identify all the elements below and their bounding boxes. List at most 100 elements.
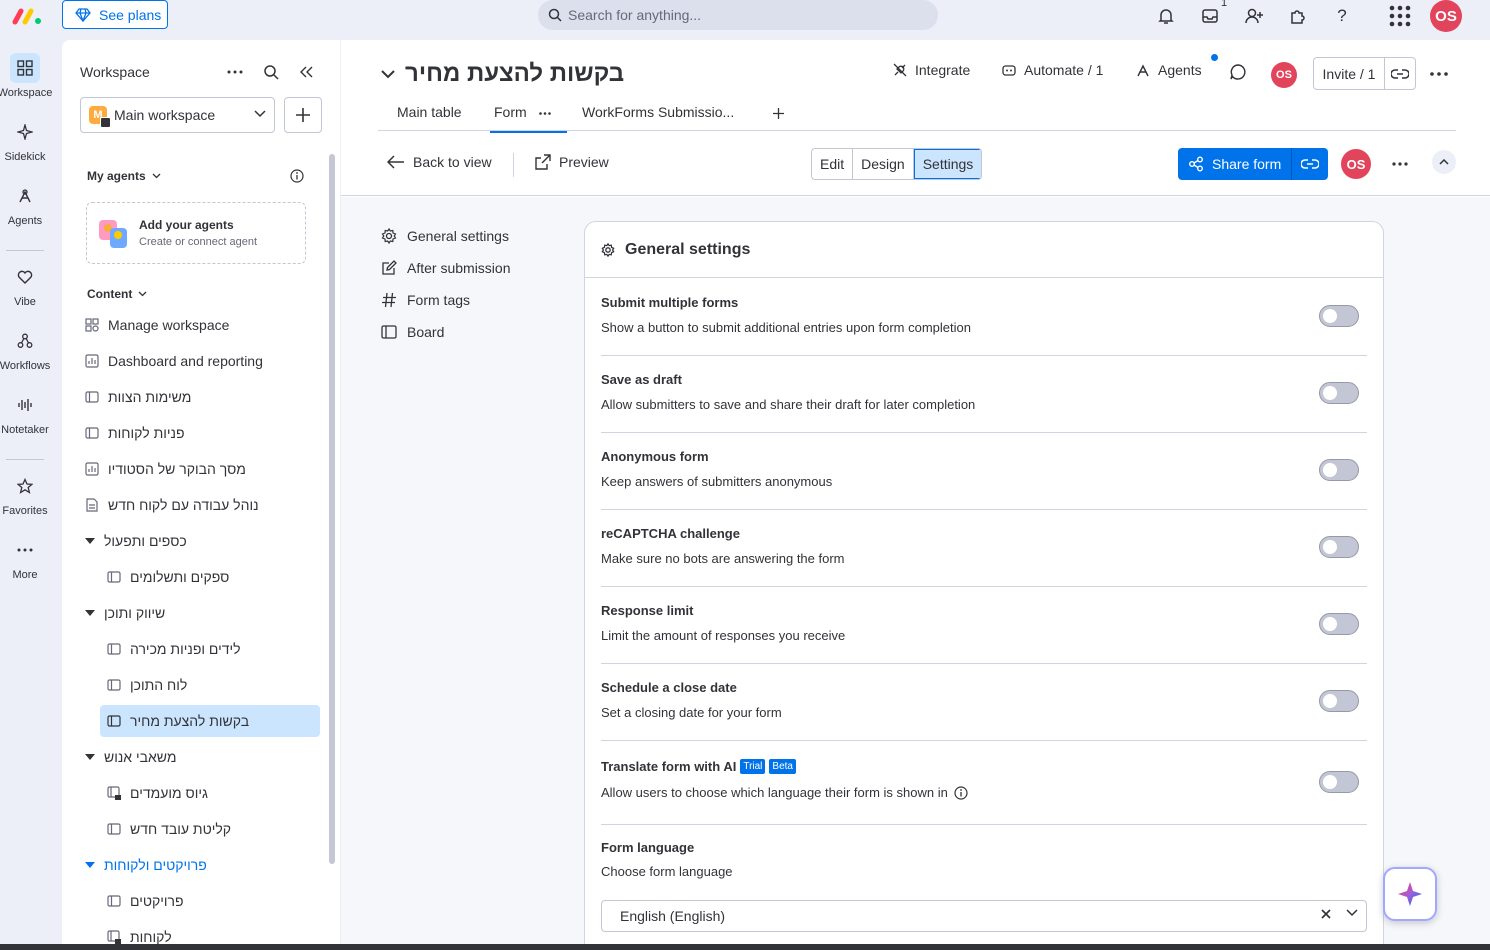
- sidebar-item-dashboard[interactable]: מסך הבוקר של הסטודיו: [84, 453, 320, 485]
- rail-label: More: [12, 569, 38, 581]
- search-input[interactable]: Search for anything...: [538, 0, 938, 30]
- chevron-down-icon[interactable]: [1346, 909, 1358, 917]
- toggle-save-as-draft[interactable]: [1319, 382, 1359, 404]
- info-icon[interactable]: [285, 164, 309, 188]
- rail-workflows[interactable]: Workflows: [0, 326, 50, 372]
- more-dots-icon[interactable]: [1392, 162, 1408, 166]
- rail-workspace[interactable]: Workspace: [0, 53, 52, 99]
- sidebar-folder[interactable]: שיווק ותוכן: [84, 597, 320, 629]
- toggle-translate-ai[interactable]: [1319, 771, 1359, 793]
- form-owner-avatar[interactable]: OS: [1341, 149, 1371, 179]
- setting-description: Set a closing date for your form: [601, 705, 782, 720]
- user-avatar[interactable]: OS: [1430, 0, 1462, 32]
- copy-link-icon[interactable]: [1385, 58, 1415, 89]
- toggle-submit-multiple[interactable]: [1319, 305, 1359, 327]
- share-form-button[interactable]: Share form: [1178, 148, 1328, 180]
- toggle-anonymous-form[interactable]: [1319, 459, 1359, 481]
- sidebar-item-board[interactable]: קליטת עובד חדש: [106, 813, 320, 845]
- rail-more[interactable]: More: [0, 535, 50, 581]
- more-dots-icon[interactable]: [1430, 72, 1448, 76]
- monday-logo[interactable]: [12, 6, 44, 26]
- mode-switcher: Edit Design Settings: [811, 148, 983, 180]
- setting-title: Submit multiple forms: [601, 295, 739, 310]
- sidebar-folder-active[interactable]: פרויקטים ולקוחות: [84, 849, 320, 881]
- updates-chat-icon[interactable]: [1229, 63, 1247, 81]
- automate-button[interactable]: Automate / 1: [1001, 62, 1103, 78]
- sidebar-item-dashboard[interactable]: Dashboard and reporting: [84, 345, 320, 377]
- search-icon[interactable]: [259, 60, 283, 84]
- more-dots-icon[interactable]: [223, 60, 247, 84]
- bell-icon[interactable]: [1154, 4, 1178, 28]
- form-language-select[interactable]: English (English): [601, 900, 1367, 932]
- sidebar-item-board[interactable]: פרויקטים: [106, 885, 320, 917]
- sidebar-item-board[interactable]: לוח התוכן: [106, 669, 320, 701]
- apps-grid-icon[interactable]: [1388, 4, 1412, 28]
- share-link-icon[interactable]: [1292, 148, 1328, 180]
- rail-agents[interactable]: Agents: [0, 181, 50, 227]
- rail-notetaker[interactable]: Notetaker: [0, 390, 50, 436]
- invite-members-icon[interactable]: [1242, 4, 1266, 28]
- settings-nav-form-tags[interactable]: Form tags: [381, 292, 470, 308]
- sidebar-item-manage-workspace[interactable]: Manage workspace: [84, 309, 320, 341]
- my-agents-header[interactable]: My agents: [87, 169, 161, 183]
- apps-puzzle-icon[interactable]: [1286, 4, 1310, 28]
- ai-assistant-button[interactable]: [1383, 867, 1437, 921]
- sidebar-item-doc[interactable]: נוהל עבודה עם לקוח חדש: [84, 489, 320, 521]
- sidebar-folder[interactable]: כספים ותפעול: [84, 525, 320, 557]
- add-item-button[interactable]: [284, 97, 322, 133]
- sidebar-item-selected-board[interactable]: בקשות להצעת מחיר: [100, 705, 320, 737]
- tab-workforms-submissions[interactable]: WorkForms Submissio...: [582, 104, 734, 120]
- toggle-recaptcha[interactable]: [1319, 536, 1359, 558]
- invite-button[interactable]: Invite / 1: [1313, 57, 1416, 90]
- mode-design[interactable]: Design: [853, 149, 914, 179]
- workspace-selector[interactable]: M Main workspace: [80, 97, 275, 133]
- sidebar-item-board[interactable]: לידים ופניות מכירה: [106, 633, 320, 665]
- add-view-plus-icon[interactable]: [773, 108, 784, 119]
- settings-nav-board[interactable]: Board: [381, 324, 444, 340]
- mode-edit[interactable]: Edit: [812, 149, 854, 179]
- board-owner-avatar[interactable]: OS: [1271, 62, 1297, 88]
- sidebar-item-board[interactable]: משימות הצוות: [84, 381, 320, 413]
- card-header: General settings: [585, 222, 1383, 278]
- clear-x-icon[interactable]: [1320, 908, 1332, 920]
- see-plans-button[interactable]: See plans: [62, 0, 168, 29]
- info-icon[interactable]: [954, 785, 968, 800]
- rail-vibe[interactable]: Vibe: [0, 262, 50, 308]
- sidebar-item-private-board[interactable]: גיוס מועמדים: [106, 777, 320, 809]
- collapse-sidebar-icon[interactable]: [294, 60, 318, 84]
- sidebar-item-label: קליטת עובד חדש: [130, 821, 232, 837]
- tab-main-table[interactable]: Main table: [397, 104, 462, 120]
- inbox-icon[interactable]: [1198, 4, 1222, 28]
- toggle-schedule-close[interactable]: [1319, 690, 1359, 712]
- agents-button[interactable]: Agents: [1135, 62, 1202, 78]
- share-form-main[interactable]: Share form: [1178, 148, 1292, 180]
- sidebar-title: Workspace: [80, 64, 150, 80]
- help-icon[interactable]: ?: [1330, 4, 1354, 28]
- sidebar-scrollbar[interactable]: [329, 154, 335, 864]
- rail-favorites[interactable]: Favorites: [0, 471, 50, 517]
- integrate-button[interactable]: Integrate: [892, 62, 970, 78]
- sidebar-item-board[interactable]: ספקים ותשלומים: [106, 561, 320, 593]
- back-to-view-button[interactable]: Back to view: [387, 154, 492, 170]
- rail-sidekick[interactable]: Sidekick: [0, 117, 50, 163]
- tab-form[interactable]: Form: [490, 104, 566, 133]
- content-header[interactable]: Content: [87, 287, 147, 301]
- general-settings-card: General settings Submit multiple forms S…: [584, 221, 1384, 950]
- toggle-response-limit[interactable]: [1319, 613, 1359, 635]
- setting-title: Anonymous form: [601, 449, 709, 464]
- chevron-up-icon[interactable]: [1432, 150, 1456, 174]
- sidebar-item-label: בקשות להצעת מחיר: [130, 713, 250, 729]
- add-agents-card[interactable]: Add your agents Create or connect agent: [86, 202, 306, 264]
- sidebar-folder[interactable]: משאבי אנוש: [84, 741, 320, 773]
- workflows-icon: [10, 326, 40, 356]
- settings-nav-after-submission[interactable]: After submission: [381, 260, 510, 276]
- mode-settings[interactable]: Settings: [913, 149, 982, 179]
- automate-label: Automate / 1: [1024, 62, 1104, 78]
- sidebar-item-board[interactable]: פניות לקוחות: [84, 417, 320, 449]
- tab-more-dots-icon[interactable]: [539, 112, 551, 115]
- board-title[interactable]: בקשות להצעת מחיר: [381, 60, 624, 88]
- settings-nav-general[interactable]: General settings: [381, 228, 509, 244]
- preview-button[interactable]: Preview: [535, 154, 609, 170]
- setting-title: Save as draft: [601, 372, 682, 387]
- invite-label: Invite / 1: [1314, 58, 1385, 89]
